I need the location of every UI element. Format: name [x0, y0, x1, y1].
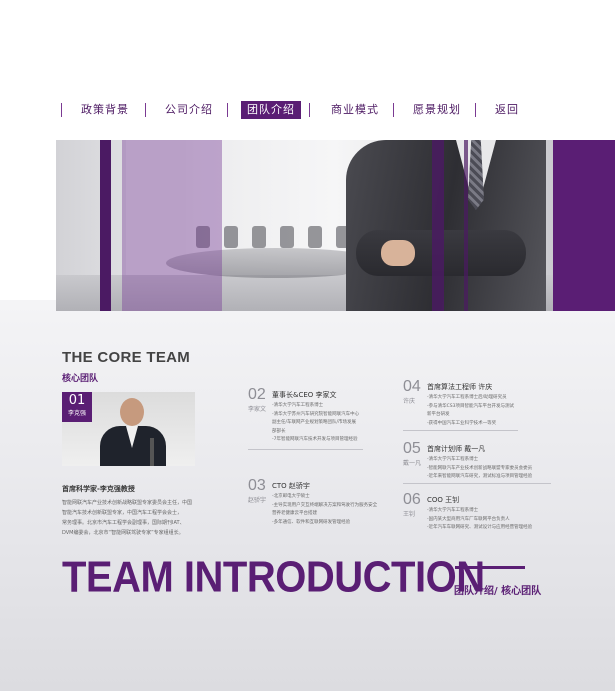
team-introduction-headline: TEAM INTRODUCTION — [62, 553, 485, 602]
hero-banner — [56, 140, 615, 311]
member-role: COO 王钊 — [427, 496, 460, 504]
member-number: 05 — [403, 440, 421, 457]
hero-stripe-overlay — [122, 140, 222, 311]
member-name: 赵骄宇 — [248, 497, 267, 504]
member-details: -清华大学汽车工程系博士后/助理研究员 -参与清华CS3项目智能汽车平台开发与测… — [427, 394, 514, 428]
hero-stripe — [464, 140, 468, 311]
member-detail-line: -获得中国汽车工业科学技术一等奖 — [427, 420, 497, 426]
chief-photo: 01 李克强 — [62, 392, 195, 466]
hero-stripe-right — [553, 140, 615, 311]
member-detail-line: -清华大学汽车工程系博士 — [272, 403, 324, 408]
hero-stripe — [432, 140, 444, 311]
member-details: -北京邮电大学硕士 -主导实现用户交互终端解决方案和驾驶行为服务安全 营养老健康… — [272, 493, 377, 527]
member-detail-line: -清华大学苏州汽车研究院智能网联汽车中心 — [272, 411, 360, 417]
nav-separator — [475, 103, 476, 117]
member-name: 戴一凡 — [403, 460, 422, 467]
member-detail-line: 营养老健康云平台搭建 — [272, 511, 317, 516]
nav-separator — [393, 103, 394, 117]
member-details: -清华大学汽车工程系博士 -国内某大型商用汽车厂车联网平台负责人 -近年汽车车联… — [427, 507, 532, 533]
nav-item-vision[interactable]: 愿景规划 — [413, 101, 461, 119]
member-number: 02 — [248, 386, 266, 403]
core-team-title: THE CORE TEAM — [62, 349, 191, 366]
nav-item-team[interactable]: 团队介绍 — [241, 101, 301, 119]
member-divider — [403, 430, 518, 431]
hero-stripe — [100, 140, 111, 311]
chief-desc-line: 智能网联汽车产业技术创新战略联盟专家委员会主任，中国 — [62, 500, 193, 506]
member-detail-line: 新平台研发 — [427, 412, 450, 417]
member-detail-line: -清华大学汽车工程系博士 — [427, 457, 479, 462]
member-number: 04 — [403, 378, 421, 395]
member-name: 李家文 — [248, 406, 267, 413]
member-role: 首席算法工程师 许庆 — [427, 383, 493, 391]
member-role: CTO 赵骄宇 — [272, 482, 310, 490]
hero-chair — [252, 226, 266, 248]
member-detail-line: -近年来智能网联汽车研究，测试标准与项目管理经验 — [427, 474, 533, 479]
member-detail-line: -7年智能网联汽车技术开发与项目管理经验 — [272, 437, 358, 442]
nav-item-business-model[interactable]: 商业模式 — [331, 101, 379, 119]
top-navigation: 政策背景 公司介绍 团队介绍 商业模式 愿景规划 返回 — [55, 101, 535, 119]
member-number: 06 — [403, 491, 421, 508]
member-detail-line: -北京邮电大学硕士 — [272, 494, 310, 499]
chief-desc-line: 常务理事。北京市汽车工程学会副理事，国际期刊IAT、 — [62, 520, 185, 526]
member-detail-line: -国内某大型商用汽车厂车联网平台负责人 — [427, 516, 510, 522]
nav-item-policy[interactable]: 政策背景 — [81, 101, 129, 119]
nav-separator — [61, 103, 62, 117]
hero-chair — [224, 226, 238, 248]
chief-desc-line: DVM编委会，北京市“智能网联驾驶专家”专家组组长。 — [62, 530, 184, 536]
nav-separator — [309, 103, 310, 117]
chief-number-badge: 01 李克强 — [62, 392, 92, 422]
member-role: 董事长&CEO 李家文 — [272, 391, 337, 399]
chief-title: 首席科学家-李克强教授 — [62, 485, 135, 493]
member-divider — [248, 449, 363, 450]
member-divider — [403, 483, 551, 484]
core-team-subtitle: 核心团队 — [62, 374, 99, 384]
chief-description: 智能网联汽车产业技术创新战略联盟专家委员会主任，中国 智能汽车技术创新联盟专家，… — [62, 498, 194, 538]
member-details: -清华大学汽车工程系博士 -智能网联汽车产业技术创新战略联盟专家委员会委员 -近… — [427, 456, 532, 482]
member-detail-line: -多年通信、软件和互联网研发管理经验 — [272, 519, 351, 525]
member-detail-line: -智能网联汽车产业技术创新战略联盟专家委员会委员 — [427, 465, 533, 471]
nav-item-company[interactable]: 公司介绍 — [165, 101, 213, 119]
nav-separator — [145, 103, 146, 117]
member-detail-line: -主导实现用户交互终端解决方案和驾驶行为服务安全 — [272, 502, 378, 508]
hero-chair — [280, 226, 294, 248]
hero-chair — [308, 226, 322, 248]
member-detail-line: 部部长 — [272, 428, 286, 434]
nav-separator — [227, 103, 228, 117]
member-detail-line: -清华大学汽车工程系博士后/助理研究员 — [427, 395, 507, 400]
member-role: 首席计划师 戴一凡 — [427, 445, 486, 453]
member-detail-line: 副主任/车联网产业规划策略团队/市场发展 — [272, 420, 357, 425]
member-name: 王钊 — [403, 511, 416, 518]
chief-name: 李克强 — [67, 410, 86, 417]
team-introduction-label: 团队介绍/ 核心团队 — [454, 586, 542, 597]
member-number: 03 — [248, 477, 266, 494]
member-detail-line: -清华大学汽车工程系博士 — [427, 508, 479, 513]
hero-hand — [381, 240, 415, 266]
chief-desc-line: 智能汽车技术创新联盟专家，中国汽车工程学会会士， — [62, 510, 183, 516]
chief-portrait-head — [120, 398, 144, 426]
nav-item-back[interactable]: 返回 — [495, 101, 519, 119]
microphone — [150, 438, 154, 466]
member-name: 许庆 — [403, 398, 416, 405]
member-details: -清华大学汽车工程系博士 -清华大学苏州汽车研究院智能网联汽车中心 副主任/车联… — [272, 402, 359, 445]
accent-bar — [455, 566, 525, 569]
member-detail-line: -参与清华CS3项目智能汽车平台开发与测试 — [427, 403, 514, 409]
member-detail-line: -近年汽车车联网研究、测试设计与应用经营管理经验 — [427, 525, 533, 530]
chief-number: 01 — [68, 393, 86, 408]
hero-businessman — [346, 140, 546, 311]
